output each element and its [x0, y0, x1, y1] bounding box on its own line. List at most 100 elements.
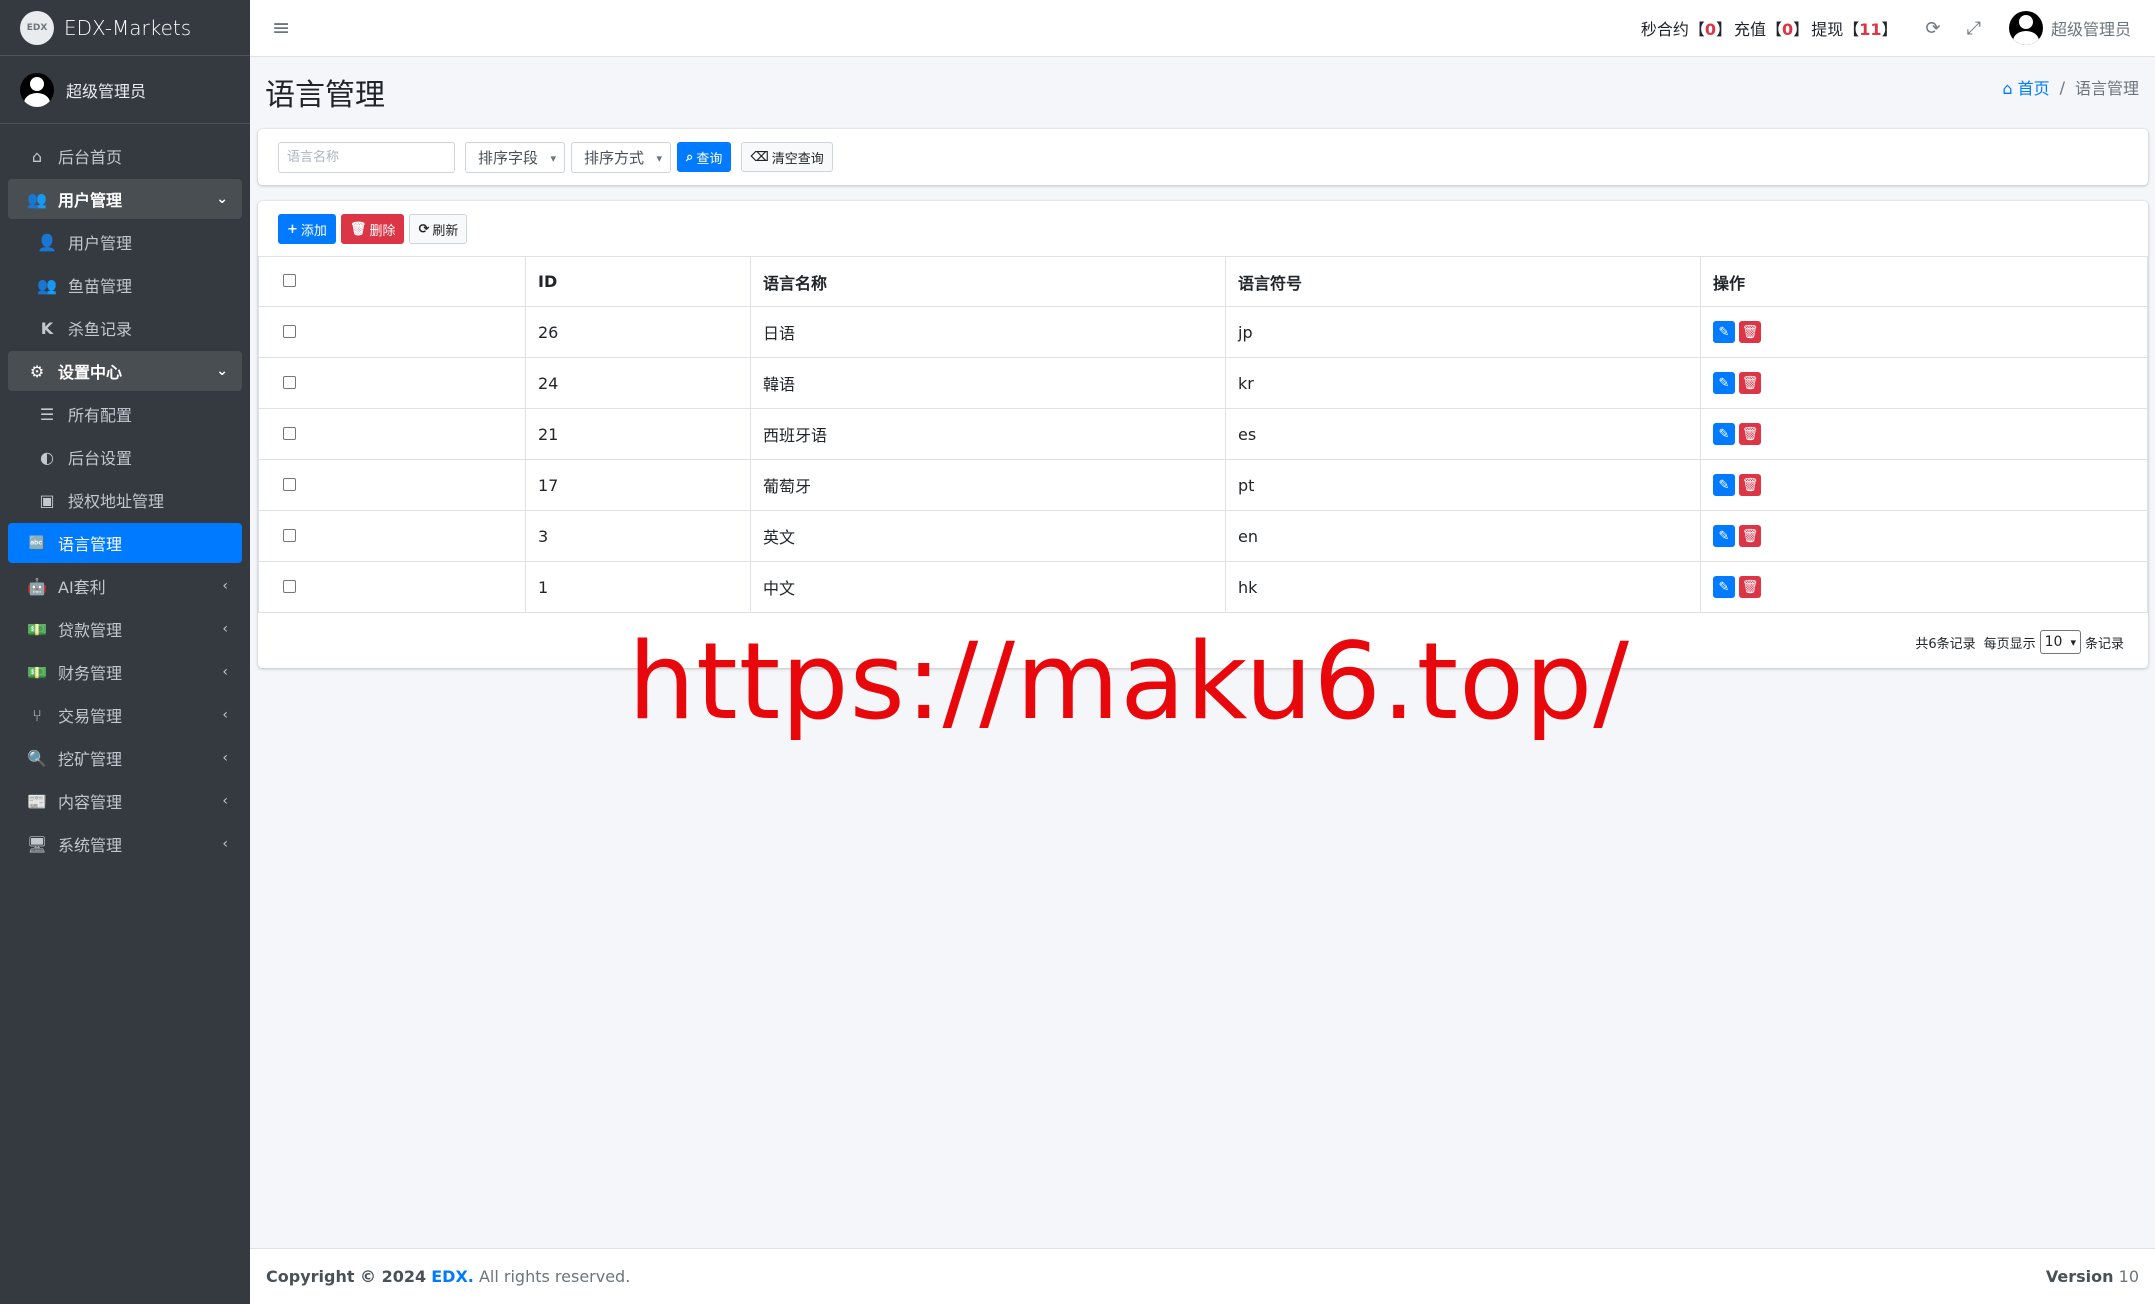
edit-icon[interactable]: ✎: [1713, 474, 1735, 497]
trash-icon[interactable]: 🗑: [1739, 372, 1761, 395]
select-all-checkbox[interactable]: [283, 274, 296, 287]
sort-order-select[interactable]: 排序方式: [571, 141, 672, 173]
sidebar-item-label: 贷款管理: [58, 621, 123, 640]
sidebar-item-dashboard[interactable]: ⌂ 后台首页: [8, 136, 242, 176]
column-header-code[interactable]: 语言符号: [1225, 256, 1701, 307]
page-footer: Copyright © 2024 EDX. All rights reserve…: [250, 1248, 2155, 1304]
sidebar-item-kill-records[interactable]: K 杀鱼记录: [8, 308, 242, 348]
edit-icon[interactable]: ✎: [1713, 372, 1735, 395]
column-header-actions: 操作: [1700, 256, 2148, 307]
row-checkbox[interactable]: [283, 579, 296, 593]
sidebar-item-admin-settings[interactable]: ◐ 后台设置: [8, 437, 242, 477]
trash-icon[interactable]: 🗑: [1739, 576, 1761, 599]
trash-icon[interactable]: 🗑: [1739, 474, 1761, 497]
sidebar-item-auth-address[interactable]: ▣ 授权地址管理: [8, 480, 242, 520]
cell-id: 1: [525, 561, 751, 613]
chevron-left-icon: ‹: [222, 664, 228, 680]
page-size-select[interactable]: 10 ▾: [2039, 630, 2081, 654]
newspaper-icon: 📰: [27, 791, 47, 811]
sort-field-select[interactable]: 排序字段: [465, 141, 566, 173]
menu-toggle-icon[interactable]: ≡: [272, 16, 290, 41]
adjust-icon: ◐: [40, 447, 54, 467]
delete-button[interactable]: 🗑 删除: [340, 214, 405, 244]
sidebar-item-mining[interactable]: 🔍 挖矿管理 ‹: [8, 738, 242, 778]
avatar: [20, 72, 54, 107]
trash-icon[interactable]: 🗑: [1739, 321, 1761, 344]
stat-recharge[interactable]: 充值【0】: [1734, 16, 1809, 40]
refresh-button[interactable]: ⟳ 刷新: [409, 214, 468, 244]
sidebar-item-system[interactable]: 🖥 系统管理 ‹: [8, 824, 242, 864]
user-panel[interactable]: 超级管理员: [0, 56, 250, 124]
row-checkbox[interactable]: [283, 375, 296, 389]
edit-icon[interactable]: ✎: [1713, 321, 1735, 344]
breadcrumb-home[interactable]: ⌂ 首页: [2002, 75, 2049, 99]
sidebar-item-content[interactable]: 📰 内容管理 ‹: [8, 781, 242, 821]
sidebar-item-label: 用户管理: [68, 234, 133, 253]
stat-label: 秒合约【: [1640, 20, 1705, 39]
money-icon: 💵: [27, 662, 47, 682]
row-checkbox[interactable]: [283, 477, 296, 491]
sidebar-item-label: 后台设置: [68, 449, 133, 468]
stat-label: 充值【: [1734, 20, 1783, 39]
add-button[interactable]: + 添加: [278, 214, 336, 244]
fullscreen-icon[interactable]: ⤢: [1967, 18, 1981, 39]
chevron-down-icon: ⌄: [216, 191, 228, 207]
sidebar-item-trading[interactable]: ⑂ 交易管理 ‹: [8, 695, 242, 735]
row-checkbox[interactable]: [283, 426, 296, 440]
edit-icon[interactable]: ✎: [1713, 576, 1735, 599]
user-icon: 👤: [37, 232, 57, 252]
language-name-input[interactable]: [278, 141, 455, 173]
cell-actions: ✎ 🗑: [1700, 306, 2148, 358]
cell-code: pt: [1225, 459, 1701, 511]
header-avatar[interactable]: [2008, 11, 2043, 45]
per-page-label: 每页显示: [1983, 636, 2036, 652]
cell-name: 英文: [750, 510, 1226, 562]
sidebar-item-all-config[interactable]: ☰ 所有配置: [8, 394, 242, 434]
stat-contract[interactable]: 秒合约【0】: [1641, 16, 1732, 40]
trash-icon[interactable]: 🗑: [1739, 423, 1761, 446]
sidebar-item-label: 所有配置: [68, 406, 133, 425]
sidebar-item-settings[interactable]: ⚙ 设置中心 ⌄: [8, 351, 242, 391]
cell-code: es: [1225, 408, 1701, 460]
breadcrumb-current: 语言管理: [2074, 79, 2139, 98]
sidebar-item-user-management[interactable]: 👥 用户管理 ⌄: [8, 179, 242, 219]
sidebar-item-label: 财务管理: [58, 664, 123, 683]
row-checkbox[interactable]: [283, 324, 296, 338]
breadcrumb-home-label: 首页: [2017, 79, 2050, 98]
sidebar-item-label: 授权地址管理: [68, 492, 165, 511]
brand[interactable]: EDX EDX-Markets: [0, 0, 250, 56]
table-card: + 添加 🗑 删除 ⟳ 刷新 ID 语言名称 语言符号 操作 26 日语 jp ✎ 🗑: [258, 201, 2148, 668]
query-button-label: 查询: [696, 151, 723, 167]
query-button[interactable]: ⌕ 查询: [677, 142, 732, 172]
table-row: 26 日语 jp ✎ 🗑: [258, 306, 2148, 358]
cell-name: 西班牙语: [750, 408, 1226, 460]
footer-brand-link[interactable]: EDX.: [431, 1267, 474, 1286]
sidebar-item-users[interactable]: 👤 用户管理: [8, 222, 242, 262]
cell-name: 葡萄牙: [750, 459, 1226, 511]
cell-actions: ✎ 🗑: [1700, 357, 2148, 409]
android-icon: 🤖: [27, 576, 47, 596]
edit-icon[interactable]: ✎: [1713, 423, 1735, 446]
sidebar-item-language[interactable]: 🔤 语言管理: [8, 523, 242, 563]
cell-id: 26: [525, 306, 751, 358]
table-row: 3 英文 en ✎ 🗑: [258, 510, 2148, 562]
row-checkbox[interactable]: [283, 528, 296, 542]
sidebar-item-finance[interactable]: 💵 财务管理 ‹: [8, 652, 242, 692]
breadcrumb: ⌂ 首页 / 语言管理: [2002, 75, 2139, 99]
header-user-name[interactable]: 超级管理员: [2051, 16, 2131, 40]
column-header-id[interactable]: ID: [525, 256, 751, 307]
money-icon: 💵: [27, 619, 47, 639]
refresh-icon[interactable]: ⟳: [1925, 18, 1940, 39]
edit-icon[interactable]: ✎: [1713, 525, 1735, 548]
sidebar-item-loans[interactable]: 💵 贷款管理 ‹: [8, 609, 242, 649]
trash-icon[interactable]: 🗑: [1739, 525, 1761, 548]
sidebar-item-fish[interactable]: 👥 鱼苗管理: [8, 265, 242, 305]
pagination-info: 共6条记录 每页显示 10 ▾ 条记录: [1915, 630, 2124, 654]
refresh-button-label: 刷新: [432, 223, 459, 239]
clear-query-button[interactable]: ⌫ 清空查询: [741, 142, 833, 172]
column-header-name[interactable]: 语言名称: [750, 256, 1226, 307]
sidebar-item-ai-arbitrage[interactable]: 🤖 AI套利 ‹: [8, 566, 242, 606]
breadcrumb-separator: /: [2059, 77, 2065, 97]
stat-withdraw[interactable]: 提现【11】: [1811, 16, 1897, 40]
sidebar-item-label: 后台首页: [58, 148, 123, 167]
